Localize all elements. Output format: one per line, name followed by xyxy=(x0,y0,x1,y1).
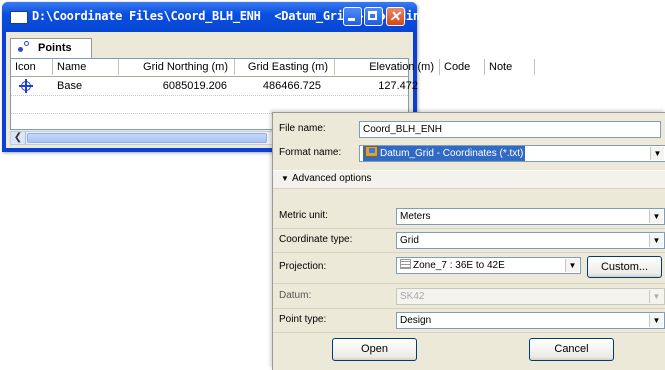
format-icon xyxy=(365,146,378,157)
divider xyxy=(273,308,665,309)
projection-value: Zone_7 : 36E to 42E xyxy=(413,260,505,271)
export-options-dialog: File name: Coord_BLH_ENH Format name: Da… xyxy=(272,112,665,370)
chevron-down-icon[interactable]: ▼ xyxy=(565,259,579,272)
cell-northing: 6085019.206 xyxy=(162,80,227,92)
projection-label: Projection: xyxy=(279,261,327,272)
minimize-icon xyxy=(348,18,355,21)
format-name-selected: Datum_Grid - Coordinates (*.txt) xyxy=(363,146,526,161)
divider xyxy=(273,252,665,253)
file-name-label: File name: xyxy=(279,123,326,134)
datum-value: SK42 xyxy=(400,291,425,302)
column-header-note[interactable]: Note xyxy=(485,59,535,75)
file-name-field[interactable]: Coord_BLH_ENH xyxy=(359,121,661,138)
chevron-down-icon[interactable]: ▼ xyxy=(650,147,664,160)
row-divider xyxy=(11,95,408,97)
tab-points[interactable]: Points xyxy=(10,38,92,58)
open-button[interactable]: Open xyxy=(332,338,417,361)
window-app-icon xyxy=(10,11,28,24)
column-header-easting[interactable]: Grid Easting (m) xyxy=(235,59,335,75)
point-type-label: Point type: xyxy=(279,314,327,325)
crosshair-icon xyxy=(19,79,33,93)
datum-label: Datum: xyxy=(279,290,312,301)
datum-select: SK42 ▼ xyxy=(396,288,665,305)
points-ring-icon xyxy=(24,41,29,46)
cell-name: Base xyxy=(57,80,83,92)
divider xyxy=(273,283,665,284)
metric-unit-value: Meters xyxy=(400,211,431,222)
scrollbar-thumb[interactable] xyxy=(27,133,267,143)
coordinate-type-label: Coordinate type: xyxy=(279,234,353,245)
maximize-icon xyxy=(368,11,377,20)
projection-select[interactable]: Zone_7 : 36E to 42E ▼ xyxy=(396,257,581,274)
chevron-down-icon[interactable]: ▼ xyxy=(649,210,663,223)
coordinate-type-select[interactable]: Grid ▼ xyxy=(396,232,665,249)
window-titlebar[interactable]: D:\Coordinate Files\Coord_BLH_ENH <Datum… xyxy=(2,2,455,32)
point-type-value: Design xyxy=(400,315,432,326)
close-icon: ✕ xyxy=(389,8,401,24)
column-header-code[interactable]: Code xyxy=(440,59,485,75)
minimize-button[interactable] xyxy=(343,7,362,26)
divider xyxy=(273,332,665,333)
column-header-northing[interactable]: Grid Northing (m) xyxy=(119,59,235,75)
metric-unit-select[interactable]: Meters ▼ xyxy=(396,208,665,225)
cell-easting: 486466.725 xyxy=(262,80,321,92)
points-icon xyxy=(18,47,23,52)
coordinate-type-value: Grid xyxy=(400,235,419,246)
format-name-select[interactable]: Datum_Grid - Coordinates (*.txt) ▼ xyxy=(359,145,665,162)
column-header-icon[interactable]: Icon xyxy=(11,59,53,75)
format-name-value: Datum_Grid - Coordinates (*.txt) xyxy=(380,148,524,159)
advanced-options-label: Advanced options xyxy=(292,173,372,184)
chevron-down-icon[interactable]: ▼ xyxy=(649,234,663,247)
grid-icon xyxy=(400,259,411,269)
divider xyxy=(273,228,665,229)
advanced-options-toggle[interactable]: ▼ Advanced options xyxy=(273,170,665,189)
tab-points-label: Points xyxy=(38,42,72,54)
chevron-down-icon: ▼ xyxy=(649,290,663,303)
collapse-triangle-icon: ▼ xyxy=(281,174,289,183)
column-header-name[interactable]: Name xyxy=(53,59,119,75)
table-row[interactable]: Base 6085019.206 486466.725 127.472 xyxy=(11,77,418,95)
format-name-label: Format name: xyxy=(279,147,342,158)
close-button[interactable]: ✕ xyxy=(386,7,405,26)
table-header: Icon Name Grid Northing (m) Grid Easting… xyxy=(11,59,535,77)
cell-elevation: 127.472 xyxy=(378,80,418,92)
metric-unit-label: Metric unit: xyxy=(279,210,328,221)
cancel-button[interactable]: Cancel xyxy=(529,338,614,361)
scroll-left-arrow-icon[interactable]: ❮ xyxy=(11,132,26,144)
maximize-button[interactable] xyxy=(364,7,383,26)
cell-note xyxy=(485,77,535,95)
custom-button[interactable]: Custom... xyxy=(587,256,662,278)
chevron-down-icon[interactable]: ▼ xyxy=(649,314,663,327)
column-header-elevation[interactable]: Elevation (m) xyxy=(335,59,440,75)
cell-code xyxy=(440,77,485,95)
point-type-select[interactable]: Design ▼ xyxy=(396,312,665,329)
